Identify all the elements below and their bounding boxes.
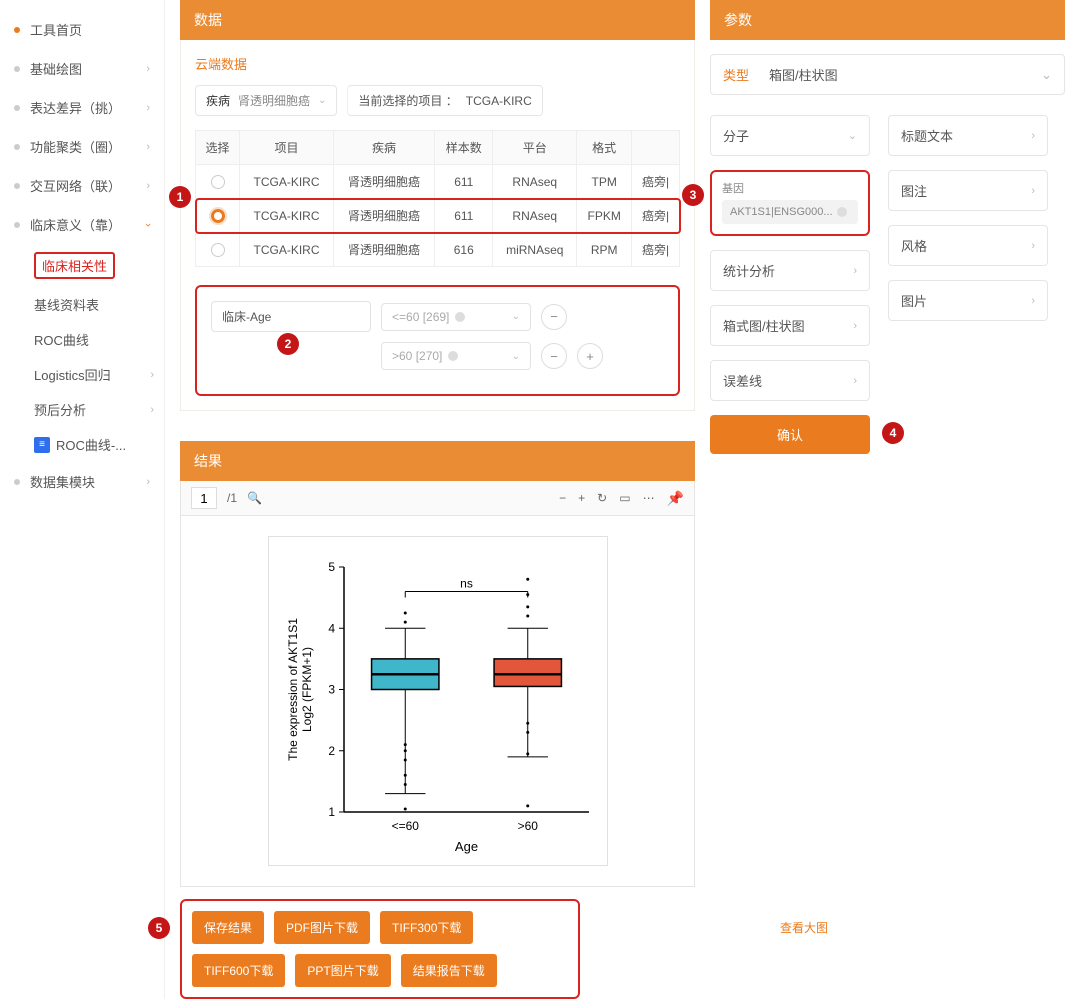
data-panel: 云端数据 疾病 肾透明细胞癌 ⌄ 当前选择的项目 ： TCGA-KIRC 1 选… xyxy=(180,40,695,411)
nav-interaction[interactable]: 交互网络（联）› xyxy=(0,166,164,205)
download-ppt-button[interactable]: PPT图片下载 xyxy=(295,954,390,987)
clinical-filter-box: 2 临床-Age <=60 [269]⌄ − >60 [270]⌄ − + xyxy=(195,285,680,396)
data-panel-header: 数据 xyxy=(180,0,695,40)
pin-icon[interactable]: 📌 xyxy=(667,490,684,507)
sub-roc-curve[interactable]: ≡ROC曲线-... xyxy=(0,427,164,462)
param-title-text[interactable]: 标题文本› xyxy=(888,115,1048,156)
zoom-in-icon[interactable]: + xyxy=(578,491,585,505)
disease-select[interactable]: 疾病 肾透明细胞癌 ⌄ xyxy=(195,85,337,116)
download-buttons: 保存结果 PDF图片下载 TIFF300下载 TIFF600下载 PPT图片下载… xyxy=(180,899,580,999)
svg-text:2: 2 xyxy=(328,744,335,758)
sub-clinical-corr[interactable]: 临床相关性 xyxy=(0,244,164,287)
boxplot-chart: 1 2 3 4 5 The expression of AKT1S1Log2 (FPKM+… xyxy=(268,536,608,866)
param-style[interactable]: 风格› xyxy=(888,225,1048,266)
clinical-group-2[interactable]: >60 [270]⌄ xyxy=(381,342,531,370)
svg-text:Age: Age xyxy=(454,839,477,854)
gene-input[interactable]: AKT1S1|ENSG000... xyxy=(722,200,858,224)
save-result-button[interactable]: 保存结果 xyxy=(192,911,264,944)
param-box-bar[interactable]: 箱式图/柱状图› xyxy=(710,305,870,346)
param-errorbar[interactable]: 误差线› xyxy=(710,360,870,401)
param-image[interactable]: 图片› xyxy=(888,280,1048,321)
chart-frame: 1 2 3 4 5 The expression of AKT1S1Log2 (FPKM+… xyxy=(180,516,695,887)
sub-baseline[interactable]: 基线资料表 xyxy=(0,287,164,322)
more-icon[interactable]: ⋯ xyxy=(643,491,655,505)
svg-text:<=60: <=60 xyxy=(391,819,419,833)
view-large-link[interactable]: 查看大图 xyxy=(780,919,828,936)
chevron-down-icon: ⌄ xyxy=(1041,67,1052,83)
sub-logistics[interactable]: Logistics回归› xyxy=(0,357,164,392)
annotation-4: 4 xyxy=(882,422,904,444)
confirm-button[interactable]: 确认 xyxy=(710,415,870,454)
remove-group-button[interactable]: − xyxy=(541,304,567,330)
rotate-icon[interactable]: ↻ xyxy=(597,491,607,505)
svg-text:3: 3 xyxy=(328,683,335,697)
svg-text:4: 4 xyxy=(328,621,335,635)
nav-dataset[interactable]: 数据集模块› xyxy=(0,462,164,501)
nav-expr-diff[interactable]: 表达差异（挑）› xyxy=(0,88,164,127)
download-report-button[interactable]: 结果报告下载 xyxy=(401,954,497,987)
sub-prognosis[interactable]: 预后分析› xyxy=(0,392,164,427)
params-panel: 类型 箱图/柱状图 ⌄ 分子⌄ 3 基因 AKT1S1|ENSG000... 统… xyxy=(710,40,1065,468)
current-project: 当前选择的项目 ： TCGA-KIRC xyxy=(347,85,542,116)
nav-home[interactable]: 工具首页 xyxy=(0,10,164,49)
svg-text:>60: >60 xyxy=(517,819,538,833)
dataset-table: 选择 项目 疾病 样本数 平台 格式 TCGA-KIRC肾透明细胞癌611RNA… xyxy=(195,130,680,267)
clinical-group-1[interactable]: <=60 [269]⌄ xyxy=(381,303,531,331)
doc-icon: ≡ xyxy=(34,437,50,453)
clinical-field[interactable]: 临床-Age xyxy=(211,301,371,332)
radio-selected[interactable] xyxy=(211,209,225,223)
nav-basic-plot[interactable]: 基础绘图› xyxy=(0,49,164,88)
nav-clinical[interactable]: 临床意义（靠）› xyxy=(0,205,164,244)
gene-label: 基因 xyxy=(722,180,858,196)
radio[interactable] xyxy=(211,243,225,257)
radio[interactable] xyxy=(211,175,225,189)
gene-input-box: 基因 AKT1S1|ENSG000... xyxy=(710,170,870,236)
chevron-down-icon: ⌄ xyxy=(848,129,857,142)
results-panel-header: 结果 xyxy=(180,441,695,481)
table-row-selected[interactable]: TCGA-KIRC肾透明细胞癌611RNAseqFPKM癌旁| xyxy=(196,199,680,233)
annotation-3: 3 xyxy=(682,184,704,206)
search-icon[interactable]: 🔍 xyxy=(247,491,262,505)
remove-group-button[interactable]: − xyxy=(541,343,567,369)
viewer-toolbar: /1 🔍 − + ↻ ▭ ⋯ 📌 xyxy=(180,481,695,516)
download-tiff300-button[interactable]: TIFF300下载 xyxy=(380,911,473,944)
param-stats[interactable]: 统计分析› xyxy=(710,250,870,291)
svg-text:1: 1 xyxy=(328,805,335,819)
chevron-down-icon: ⌄ xyxy=(512,311,520,322)
fit-icon[interactable]: ▭ xyxy=(619,491,630,505)
download-tiff600-button[interactable]: TIFF600下载 xyxy=(192,954,285,987)
zoom-out-icon[interactable]: − xyxy=(559,491,566,505)
annotation-2: 2 xyxy=(277,333,299,355)
download-pdf-button[interactable]: PDF图片下载 xyxy=(274,911,370,944)
page-total: /1 xyxy=(227,491,237,505)
page-input[interactable] xyxy=(191,487,217,509)
nav-func-cluster[interactable]: 功能聚类（圈）› xyxy=(0,127,164,166)
table-row[interactable]: TCGA-KIRC肾透明细胞癌611RNAseqTPM癌旁| xyxy=(196,165,680,199)
svg-text:ns: ns xyxy=(460,577,473,591)
annotation-5: 5 xyxy=(148,917,170,939)
chevron-down-icon: ⌄ xyxy=(512,351,520,362)
annotation-1: 1 xyxy=(169,186,191,208)
svg-text:The expression of AKT1S1Log2 (: The expression of AKT1S1Log2 (FPKM+1) xyxy=(286,618,314,761)
params-panel-header: 参数 xyxy=(710,0,1065,40)
param-legend[interactable]: 图注› xyxy=(888,170,1048,211)
cloud-data-label: 云端数据 xyxy=(195,54,680,73)
chevron-down-icon: ⌄ xyxy=(318,95,326,106)
add-group-button[interactable]: + xyxy=(577,343,603,369)
chart-type-select[interactable]: 类型 箱图/柱状图 ⌄ xyxy=(710,54,1065,95)
sidebar: 工具首页 基础绘图› 表达差异（挑）› 功能聚类（圈）› 交互网络（联）› 临床… xyxy=(0,0,165,999)
sub-roc[interactable]: ROC曲线 xyxy=(0,322,164,357)
table-row[interactable]: TCGA-KIRC肾透明细胞癌616miRNAseqRPM癌旁| xyxy=(196,233,680,267)
param-molecule[interactable]: 分子⌄ xyxy=(710,115,870,156)
svg-text:5: 5 xyxy=(328,560,335,574)
